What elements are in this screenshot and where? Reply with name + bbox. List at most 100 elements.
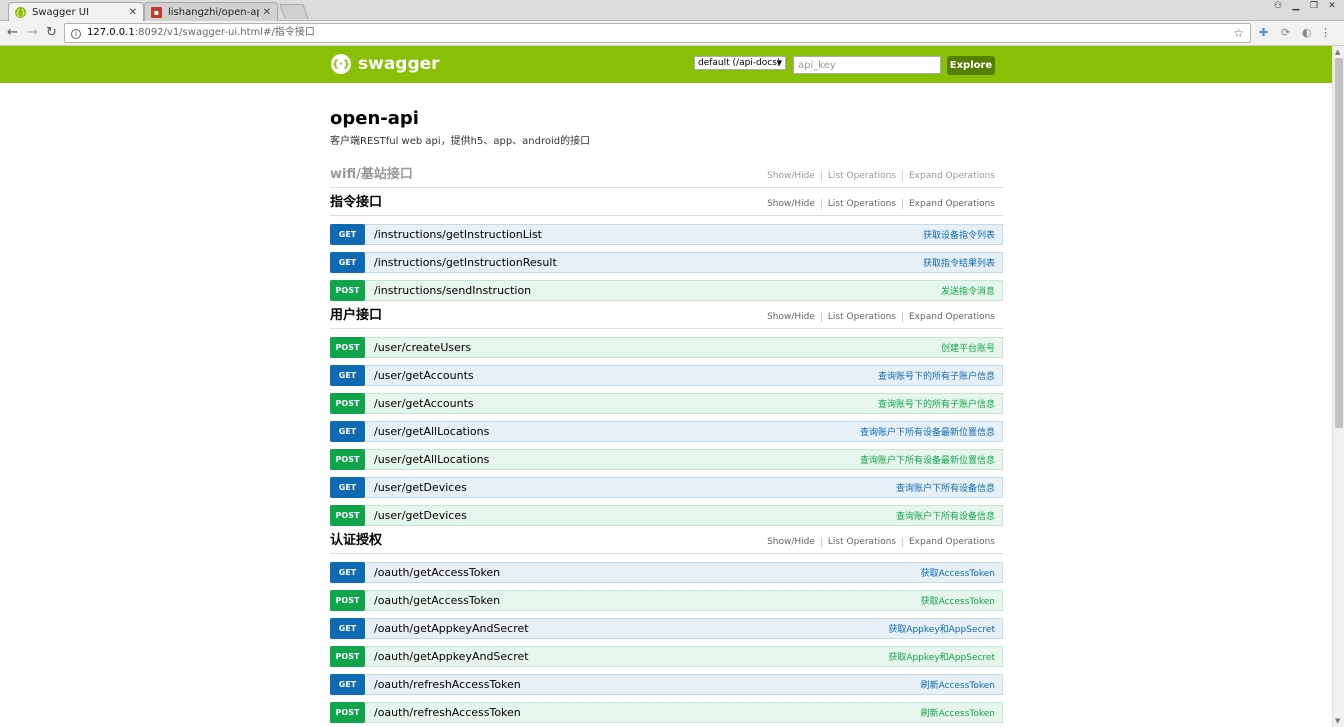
operation-summary-link[interactable]: 获取AccessToken [921,566,995,579]
operation-row[interactable]: GET/user/getAccounts 查询账号下的所有子账户信息 [330,365,1003,386]
operation-summary-link[interactable]: 刷新AccessToken [921,678,995,691]
page-scrollbar[interactable]: ▲ ▼ [1332,46,1344,727]
http-method-badge[interactable]: POST [330,280,365,301]
back-arrow-icon[interactable]: ← [7,25,18,40]
info-icon[interactable]: i [71,29,81,39]
new-tab-button[interactable] [279,4,309,19]
http-method-badge[interactable]: POST [330,337,365,358]
operation-path-link[interactable]: /user/getAllLocations [374,453,489,466]
operation-path-link[interactable]: /oauth/getAccessToken [374,566,500,579]
operation-summary-link[interactable]: 获取Appkey和AppSecret [888,622,995,635]
resource-name-link[interactable]: wifi/基站接口 [330,163,413,182]
operation-summary-link[interactable]: 获取AccessToken [921,594,995,607]
http-method-badge[interactable]: GET [330,252,365,273]
expand-operations-link[interactable]: Expand Operations [903,171,995,181]
operation-row[interactable]: POST/oauth/refreshAccessToken 刷新AccessTok… [330,702,1003,723]
extension-icon[interactable]: ⟳ [1281,26,1290,39]
operation-summary-link[interactable]: 查询账户下所有设备最新位置信息 [860,453,995,466]
http-method-badge[interactable]: GET [330,224,365,245]
http-method-badge[interactable]: GET [330,477,365,498]
http-method-badge[interactable]: GET [330,421,365,442]
operation-path-link[interactable]: /instructions/getInstructionList [374,228,542,241]
forward-arrow-icon[interactable]: → [27,25,38,40]
operation-summary-link[interactable]: 刷新AccessToken [921,706,995,719]
http-method-badge[interactable]: POST [330,646,365,667]
restore-icon[interactable]: ❐ [1306,0,1322,12]
operation-row[interactable]: GET/user/getDevices 查询账户下所有设备信息 [330,477,1003,498]
http-method-badge[interactable]: GET [330,562,365,583]
operation-path-link[interactable]: /user/getAccounts [374,369,474,382]
operation-row[interactable]: POST/oauth/getAccessToken 获取AccessToken [330,590,1003,611]
extension-icon[interactable]: ◐ [1302,26,1312,39]
operation-path-link[interactable]: /user/getAccounts [374,397,474,410]
show-hide-link[interactable]: Show/Hide [761,171,822,181]
http-method-badge[interactable]: POST [330,505,365,526]
scrollbar-thumb[interactable] [1335,58,1343,428]
list-operations-link[interactable]: List Operations [822,312,903,322]
menu-kebab-icon[interactable]: ⋮ [1320,26,1331,39]
operation-path-link[interactable]: /user/createUsers [374,341,471,354]
api-docs-select[interactable]: default (/api-docs) ▼ [694,56,786,70]
operation-row[interactable]: GET/oauth/refreshAccessToken 刷新AccessToke… [330,674,1003,695]
operation-path-link[interactable]: /oauth/refreshAccessToken [374,706,521,719]
scroll-up-icon[interactable]: ▲ [1335,48,1340,56]
http-method-badge[interactable]: GET [330,618,365,639]
operation-path-link[interactable]: /oauth/getAppkeyAndSecret [374,650,529,663]
list-operations-link[interactable]: List Operations [822,171,903,181]
operation-summary-link[interactable]: 查询账户下所有设备最新位置信息 [860,425,995,438]
reload-icon[interactable]: ↻ [46,25,57,40]
operation-row[interactable]: GET/oauth/getAccessToken 获取AccessToken [330,562,1003,583]
expand-operations-link[interactable]: Expand Operations [903,199,995,209]
expand-operations-link[interactable]: Expand Operations [903,537,995,547]
operation-summary-link[interactable]: 查询账户下所有设备信息 [896,481,995,494]
operation-summary-link[interactable]: 获取指令结果列表 [923,256,995,269]
close-window-icon[interactable]: ✕ [1324,0,1340,12]
resource-name-link[interactable]: 指令接口 [330,191,382,210]
show-hide-link[interactable]: Show/Hide [761,537,822,547]
http-method-badge[interactable]: POST [330,449,365,470]
operation-row[interactable]: GET/instructions/getInstructionList 获取设备指… [330,224,1003,245]
minimize-icon[interactable]: ▁ [1288,0,1304,12]
operation-path-link[interactable]: /oauth/getAppkeyAndSecret [374,622,529,635]
bookmark-star-icon[interactable]: ☆ [1233,24,1244,42]
operation-row[interactable]: POST/user/getAllLocations 查询账户下所有设备最新位置信息 [330,449,1003,470]
operation-path-link[interactable]: /oauth/getAccessToken [374,594,500,607]
operation-row[interactable]: GET/user/getAllLocations 查询账户下所有设备最新位置信息 [330,421,1003,442]
url-input[interactable]: i 127.0.0.1:8092/v1/swagger-ui.html#/指令接口… [64,23,1251,43]
http-method-badge[interactable]: POST [330,702,365,723]
operation-summary-link[interactable]: 查询账户下所有设备信息 [896,509,995,522]
operation-summary-link[interactable]: 创建平台账号 [941,341,995,354]
browser-tab-swagger-ui[interactable]: {} Swagger UI ✕ [8,2,144,22]
operation-row[interactable]: POST/user/createUsers 创建平台账号 [330,337,1003,358]
resource-name-link[interactable]: 用户接口 [330,304,382,323]
close-tab-icon[interactable]: ✕ [129,7,137,18]
browser-tab-github[interactable]: ▪ lishangzhi/open-api - … ✕ [144,2,278,21]
list-operations-link[interactable]: List Operations [822,199,903,209]
operation-row[interactable]: GET/oauth/getAppkeyAndSecret 获取Appkey和App… [330,618,1003,639]
operation-row[interactable]: POST/user/getAccounts 查询账号下的所有子账户信息 [330,393,1003,414]
operation-path-link[interactable]: /instructions/sendInstruction [374,284,531,297]
operation-path-link[interactable]: /oauth/refreshAccessToken [374,678,521,691]
api-key-input[interactable] [793,56,941,74]
operation-path-link[interactable]: /user/getDevices [374,509,467,522]
close-tab-icon[interactable]: ✕ [263,7,271,18]
operation-row[interactable]: GET/instructions/getInstructionResult 获取指… [330,252,1003,273]
operation-row[interactable]: POST/instructions/sendInstruction 发送指令消息 [330,280,1003,301]
operation-row[interactable]: POST/user/getDevices 查询账户下所有设备信息 [330,505,1003,526]
operation-path-link[interactable]: /user/getDevices [374,481,467,494]
operation-summary-link[interactable]: 查询账号下的所有子账户信息 [878,369,995,382]
user-icon[interactable]: ⚇ [1270,0,1286,12]
operation-summary-link[interactable]: 获取Appkey和AppSecret [888,650,995,663]
show-hide-link[interactable]: Show/Hide [761,312,822,322]
operation-path-link[interactable]: /user/getAllLocations [374,425,489,438]
resource-name-link[interactable]: 认证授权 [330,529,382,548]
explore-button[interactable]: Explore [947,56,995,75]
http-method-badge[interactable]: GET [330,674,365,695]
http-method-badge[interactable]: GET [330,365,365,386]
http-method-badge[interactable]: POST [330,393,365,414]
operation-summary-link[interactable]: 查询账号下的所有子账户信息 [878,397,995,410]
swagger-logo[interactable]: {·} swagger [331,54,440,74]
scroll-down-icon[interactable]: ▼ [1335,717,1340,725]
extension-icon[interactable]: ✚ [1259,26,1268,39]
list-operations-link[interactable]: List Operations [822,537,903,547]
